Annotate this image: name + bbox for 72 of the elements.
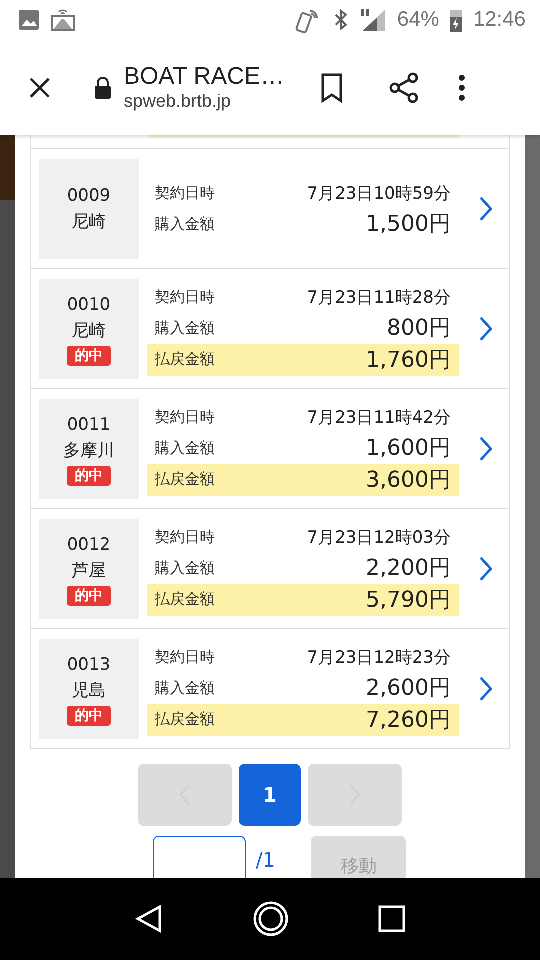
cast-icon [50, 7, 76, 33]
home-icon[interactable] [252, 900, 290, 938]
chevron-right-icon[interactable] [479, 436, 493, 462]
payout-amount: 7,260円 [366, 706, 451, 734]
contract-datetime: 7月23日11時28分 [307, 286, 451, 308]
venue-name: 多摩川 [64, 440, 114, 462]
ticket-number: 0011 [67, 414, 111, 436]
record-row[interactable]: 0009 尼崎 契約日時 7月23日10時59分 購入金額 1,500円 [31, 149, 509, 269]
venue-name: 芦屋 [72, 560, 106, 582]
hit-badge: 的中 [67, 466, 111, 486]
clock-time: 12:46 [473, 8, 526, 32]
share-icon[interactable] [388, 72, 420, 104]
contract-datetime: 7月23日12時23分 [307, 646, 451, 668]
close-icon[interactable] [28, 76, 52, 100]
purchase-amount: 1,600円 [366, 435, 451, 463]
page-number-field[interactable] [153, 836, 246, 878]
field-label: 契約日時 [155, 408, 215, 426]
purchase-amount: 800円 [387, 315, 451, 343]
record-row[interactable]: 0011 多摩川 的中 契約日時 7月23日11時42分 購入金額 1,600円 払戻金額 3,600円 [31, 389, 509, 509]
field-label: 契約日時 [155, 648, 215, 666]
record-row[interactable]: 0012 芦屋 的中 契約日時 7月23日12時03分 購入金額 2,200円 払戻金額 5,790円 [31, 509, 509, 629]
lock-icon [94, 76, 112, 100]
bluetooth-icon [333, 8, 350, 32]
field-label: 契約日時 [155, 288, 215, 306]
field-label: 契約日時 [155, 184, 215, 202]
payout-amount: 3,600円 [366, 466, 451, 494]
field-label: 購入金額 [155, 214, 215, 234]
hit-badge: 的中 [67, 346, 111, 366]
recents-icon[interactable] [378, 905, 406, 933]
field-label: 契約日時 [155, 528, 215, 546]
record-row[interactable]: 0010 尼崎 的中 契約日時 7月23日11時28分 購入金額 800円 払戻金額 1,760円 [31, 269, 509, 389]
purchase-amount: 2,600円 [366, 675, 451, 703]
field-label: 購入金額 [155, 558, 215, 578]
battery-icon [449, 7, 464, 33]
field-label: 購入金額 [155, 678, 215, 698]
field-label: 購入金額 [155, 438, 215, 458]
contract-datetime: 7月23日11時42分 [307, 406, 451, 428]
venue-name: 尼崎 [72, 320, 106, 342]
image-icon [18, 9, 40, 31]
field-label: 払戻金額 [155, 470, 215, 489]
chevron-right-icon[interactable] [479, 196, 493, 222]
purchase-amount: 1,500円 [366, 211, 451, 239]
venue-name: 児島 [72, 680, 106, 702]
field-label: 払戻金額 [155, 590, 215, 609]
chevron-right-icon[interactable] [479, 556, 493, 582]
payout-amount: 5,790円 [366, 586, 451, 614]
page-url: spweb.brtb.jp [124, 91, 232, 112]
hit-badge: 的中 [67, 586, 111, 606]
bookmark-icon[interactable] [320, 72, 344, 102]
ticket-number: 0012 [67, 534, 111, 556]
payout-amount: 1,760円 [366, 346, 451, 374]
record-row[interactable]: 0013 児島 的中 契約日時 7月23日12時23分 購入金額 2,600円 払戻金額 7,260円 [31, 629, 509, 748]
ticket-number: 0013 [67, 654, 111, 676]
cell-signal-icon [359, 7, 388, 33]
chevron-right-icon[interactable] [479, 316, 493, 342]
battery-percent: 64% [397, 8, 440, 32]
contract-datetime: 7月23日10時59分 [307, 182, 451, 204]
chevron-right-icon[interactable] [479, 676, 493, 702]
hit-badge: 的中 [67, 706, 111, 726]
ticket-number: 0009 [67, 184, 111, 208]
page-button[interactable]: 1 [239, 764, 301, 826]
page-total: /1 [256, 848, 276, 872]
venue-name: 尼崎 [72, 210, 106, 234]
field-label: 払戻金額 [155, 710, 215, 729]
back-icon[interactable] [134, 904, 164, 934]
contract-datetime: 7月23日12時03分 [307, 526, 451, 548]
more-menu-icon[interactable] [458, 74, 466, 102]
field-label: 購入金額 [155, 318, 215, 338]
page-title: BOAT RACE… [124, 63, 286, 91]
ticket-number: 0010 [67, 294, 111, 316]
purchase-amount: 2,200円 [366, 555, 451, 583]
field-label: 払戻金額 [155, 350, 215, 369]
